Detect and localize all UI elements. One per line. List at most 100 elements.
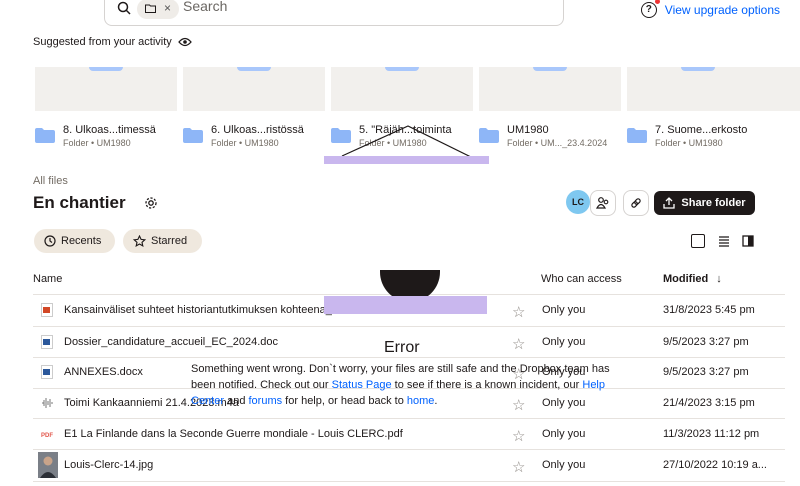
suggested-title: Suggested from your activity — [33, 36, 172, 48]
eye-icon[interactable] — [177, 37, 192, 47]
suggested-item-meta: Folder • UM..._23.4.2024 — [507, 138, 608, 148]
folder-icon — [145, 4, 156, 13]
folder-icon — [479, 128, 499, 143]
avatar[interactable]: LC — [566, 190, 590, 214]
search-input[interactable] — [181, 0, 485, 15]
column-modified-label: Modified — [663, 273, 709, 285]
suggested-item-name: 7. Suome...erkosto — [655, 124, 748, 136]
audio-file-icon — [42, 398, 53, 408]
file-name[interactable]: Kansainväliset suhteet historiantutkimuk… — [64, 304, 341, 316]
folder-icon — [35, 128, 55, 143]
modified-value: 9/5/2023 3:27 pm — [663, 336, 749, 348]
suggested-card-preview[interactable] — [627, 67, 800, 111]
star-icon[interactable]: ☆ — [512, 458, 525, 476]
clock-icon — [44, 235, 56, 247]
share-folder-button[interactable]: Share folder — [654, 191, 755, 215]
folder-icon — [183, 128, 203, 143]
starred-label: Starred — [151, 235, 188, 247]
star-icon — [133, 234, 146, 247]
word-doc-icon — [41, 365, 53, 379]
photo-thumbnail-icon — [38, 452, 58, 478]
table-row[interactable]: Louis-Clerc-14.jpg ☆ Only you 27/10/2022… — [33, 450, 785, 481]
grid-view-checkbox[interactable] — [691, 234, 705, 248]
members-button[interactable] — [590, 190, 616, 216]
suggested-card-preview[interactable] — [331, 67, 473, 111]
divider — [33, 481, 785, 482]
gear-icon[interactable] — [144, 196, 158, 210]
star-icon[interactable]: ☆ — [512, 427, 525, 445]
suggested-item-name: 8. Ulkoas...timessä — [63, 124, 156, 136]
suggested-card-preview[interactable] — [183, 67, 325, 111]
suggested-item[interactable]: 6. Ulkoas...ristössä Folder • UM1980 — [183, 124, 304, 148]
error-text: to see if there is a known incident, our — [391, 379, 583, 391]
link-icon — [631, 198, 641, 208]
page-title: En chantier — [33, 193, 126, 212]
star-icon[interactable]: ☆ — [512, 303, 525, 321]
overlay-lines — [341, 125, 474, 158]
access-value: Only you — [542, 428, 586, 440]
error-text: and — [224, 395, 249, 407]
error-message: Something went wrong. Don`t worry, your … — [191, 361, 631, 409]
error-text: . — [434, 395, 438, 407]
error-title: Error — [384, 339, 420, 356]
modified-value: 9/5/2023 3:27 pm — [663, 366, 749, 378]
modified-value: 27/10/2022 10:19 a... — [663, 459, 767, 471]
overlay-bar — [324, 156, 489, 164]
file-name[interactable]: Louis-Clerc-14.jpg — [64, 459, 153, 471]
notification-dot — [654, 0, 660, 4]
folder-icon — [627, 128, 647, 143]
suggested-item-meta: Folder • UM1980 — [211, 138, 279, 148]
pdf-icon: PDF — [41, 433, 53, 439]
column-modified[interactable]: Modified ↓ — [663, 273, 722, 285]
pptx-icon — [41, 303, 53, 317]
access-value: Only you — [542, 459, 586, 471]
breadcrumb[interactable]: All files — [33, 175, 68, 187]
suggested-item-name: UM1980 — [507, 124, 549, 136]
forums-link[interactable]: forums — [249, 395, 283, 407]
file-name[interactable]: Dossier_candidature_accueil_EC_2024.doc — [64, 336, 278, 348]
folder-scope-chip[interactable]: × — [137, 0, 179, 19]
copy-link-button[interactable] — [623, 190, 649, 216]
overlay-bar — [324, 296, 487, 314]
view-upgrade-link[interactable]: View upgrade options — [665, 3, 780, 17]
starred-filter[interactable]: Starred — [123, 229, 202, 253]
modified-value: 21/4/2023 3:15 pm — [663, 397, 755, 409]
svg-text:PDF: PDF — [41, 433, 53, 439]
star-icon[interactable]: ☆ — [512, 335, 525, 353]
table-row[interactable]: PDF E1 La Finlande dans la Seconde Guerr… — [33, 419, 785, 450]
access-value: Only you — [542, 336, 586, 348]
error-text: for help, or head back to — [282, 395, 407, 407]
modified-value: 11/3/2023 11:12 pm — [663, 428, 760, 440]
sidebar-toggle-icon[interactable] — [741, 234, 755, 248]
help-icon[interactable]: ? — [640, 0, 660, 18]
suggested-item[interactable]: 8. Ulkoas...timessä Folder • UM1980 — [35, 124, 156, 148]
home-link[interactable]: home — [407, 395, 435, 407]
access-value: Only you — [542, 304, 586, 316]
suggested-card-preview[interactable] — [35, 67, 177, 111]
status-page-link[interactable]: Status Page — [332, 379, 392, 391]
search-icon — [117, 1, 131, 15]
search-bar[interactable]: × — [104, 0, 564, 26]
word-doc-icon — [41, 335, 53, 349]
file-name[interactable]: ANNEXES.docx — [64, 366, 143, 378]
people-icon — [596, 197, 609, 209]
modified-value: 31/8/2023 5:45 pm — [663, 304, 755, 316]
share-folder-label: Share folder — [681, 197, 746, 209]
share-icon — [663, 197, 676, 209]
column-access[interactable]: Who can access — [541, 273, 622, 285]
file-name[interactable]: E1 La Finlande dans la Seconde Guerre mo… — [64, 428, 403, 440]
suggested-item[interactable]: UM1980 Folder • UM..._23.4.2024 — [479, 124, 607, 148]
list-view-icon[interactable] — [717, 234, 731, 248]
recents-label: Recents — [61, 235, 102, 247]
suggested-card-preview[interactable] — [479, 67, 621, 111]
close-icon[interactable]: × — [164, 1, 171, 15]
suggested-item-meta: Folder • UM1980 — [655, 138, 723, 148]
upgrade-area: ? View upgrade options — [640, 0, 780, 18]
suggested-item-name: 6. Ulkoas...ristössä — [211, 124, 304, 136]
recents-filter[interactable]: Recents — [34, 229, 115, 253]
suggested-heading: Suggested from your activity — [33, 36, 192, 48]
arrow-down-icon: ↓ — [716, 273, 722, 285]
suggested-item[interactable]: 7. Suome...erkosto Folder • UM1980 — [627, 124, 747, 148]
column-name[interactable]: Name — [33, 273, 62, 285]
suggested-item-meta: Folder • UM1980 — [63, 138, 131, 148]
